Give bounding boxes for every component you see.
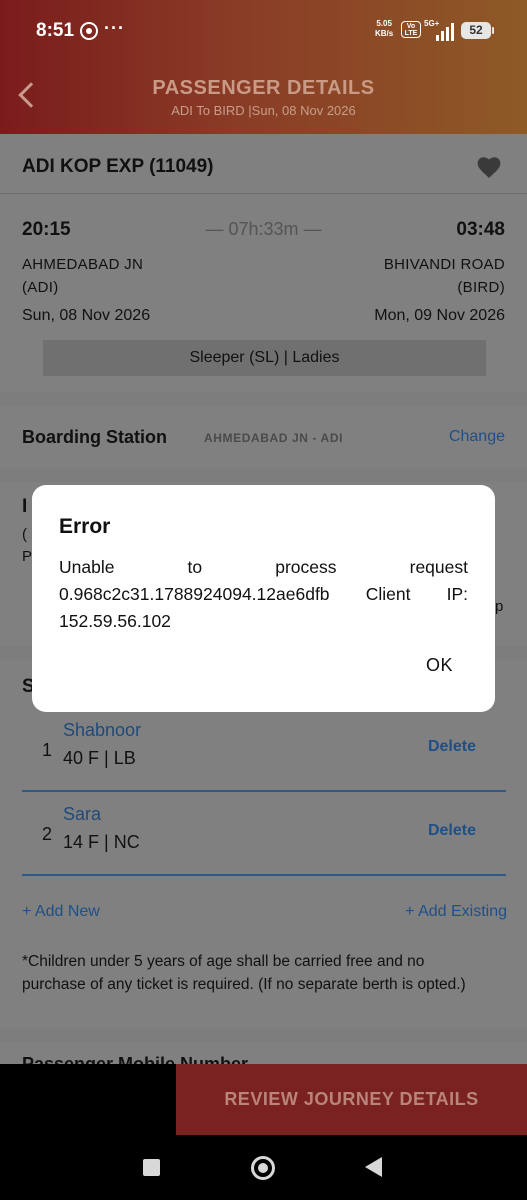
passenger-index: 2 (42, 824, 53, 844)
journey-duration: — 07h:33m — (205, 219, 322, 239)
insurance-text-fragment: P (22, 548, 33, 565)
passenger-row[interactable]: 1 Shabnoor 40 F | LB Delete (22, 708, 506, 792)
battery-icon: 52 (461, 22, 494, 39)
dialog-message: Unable to process request 0.968c2c31.178… (59, 557, 468, 631)
change-boarding-link[interactable]: Change (449, 428, 505, 446)
passenger-list-card: S 1 Shabnoor 40 F | LB Delete 2 Sara 14 … (0, 660, 527, 1028)
arrival-date: Mon, 09 Nov 2026 (374, 307, 505, 324)
more-notifications-icon: ··· (104, 18, 125, 38)
arrival-time: 03:48 (456, 219, 505, 240)
departure-date: Sun, 08 Nov 2026 (22, 307, 151, 324)
passenger-row[interactable]: 2 Sara 14 F | NC Delete (22, 792, 506, 876)
error-dialog: Error Unable to process request 0.968c2c… (32, 485, 495, 712)
passenger-name: Sara (63, 804, 102, 824)
dialog-ok-button[interactable]: OK (426, 655, 453, 676)
insurance-text-fragment: p (495, 598, 504, 615)
boarding-station-value: AHMEDABAD JN - ADI (204, 431, 344, 445)
add-new-passenger-link[interactable]: + Add New (22, 903, 100, 921)
class-quota-badge: Sleeper (SL) | Ladies (43, 340, 486, 376)
passenger-details: 14 F | NC (63, 832, 140, 852)
journey-card: 20:15 — 07h:33m — 03:48 AHMEDABAD JN (AD… (0, 195, 527, 392)
mobile-number-label: Passenger Mobile Number (22, 1054, 249, 1064)
delete-passenger-button[interactable]: Delete (428, 822, 476, 840)
status-time: 8:51 (36, 20, 75, 41)
page-subtitle: ADI To BIRD |Sun, 08 Nov 2026 (171, 103, 356, 118)
mobile-number-card: Passenger Mobile Number (0, 1042, 527, 1064)
nav-back-icon[interactable] (365, 1157, 382, 1177)
recents-icon[interactable] (143, 1159, 160, 1176)
children-note: *Children under 5 years of age shall be … (22, 953, 466, 993)
passenger-index: 1 (42, 740, 53, 760)
passenger-details: 40 F | LB (63, 748, 136, 768)
boarding-station-card: Boarding Station AHMEDABAD JN - ADI Chan… (0, 406, 527, 468)
home-icon[interactable] (251, 1156, 275, 1180)
to-station: BHIVANDI ROAD (BIRD) (383, 256, 505, 296)
status-bar: 8:51 ··· 5.05 KB/s Vo LTE 5G+ 52 (0, 0, 527, 64)
app-header: 8:51 ··· 5.05 KB/s Vo LTE 5G+ 52 PASSENG… (0, 0, 527, 134)
insurance-text-fragment: ( (22, 526, 27, 543)
review-journey-button[interactable]: REVIEW JOURNEY DETAILS (176, 1064, 527, 1135)
from-station: AHMEDABAD JN (ADI) (22, 256, 144, 296)
train-name: ADI KOP EXP (11049) (22, 156, 214, 177)
boarding-station-label: Boarding Station (22, 427, 167, 447)
dialog-title: Error (59, 515, 111, 538)
train-card: ADI KOP EXP (11049) (0, 134, 527, 194)
delete-passenger-button[interactable]: Delete (428, 738, 476, 756)
network-speed: 5.05 KB/s (375, 19, 394, 38)
whatsapp-icon (80, 22, 98, 40)
add-existing-passenger-link[interactable]: + Add Existing (405, 903, 507, 921)
passenger-name: Shabnoor (63, 720, 142, 740)
volte-icon: Vo LTE (401, 21, 421, 38)
insurance-heading-fragment: I (22, 496, 28, 517)
signal-icon: 5G+ (424, 19, 456, 41)
system-nav-bar (0, 1136, 527, 1200)
page-title: PASSENGER DETAILS (152, 77, 375, 99)
favorite-heart-icon[interactable] (476, 155, 502, 179)
